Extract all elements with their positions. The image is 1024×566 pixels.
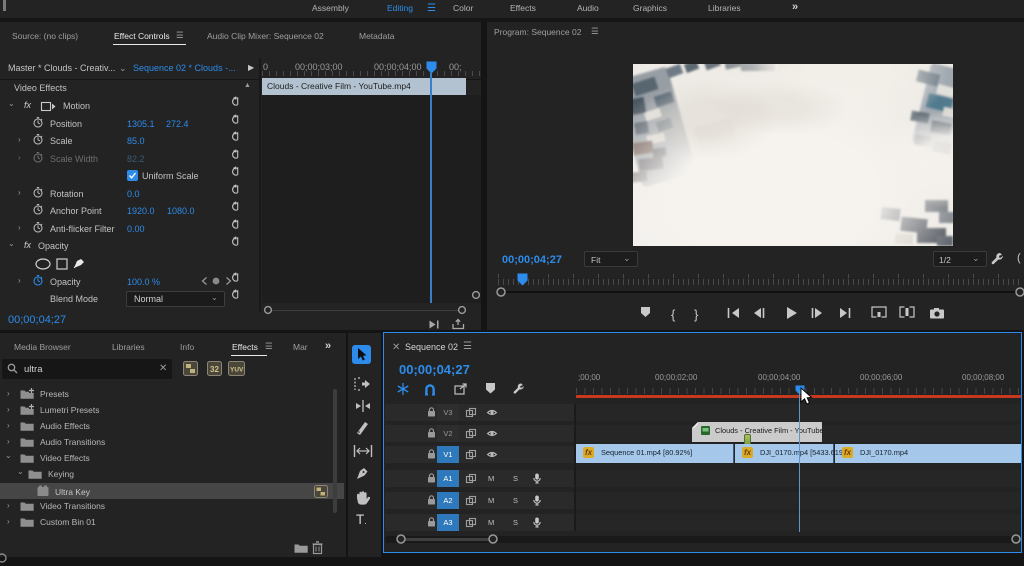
svg-text:}: }	[694, 307, 699, 322]
svg-text:YUV: YUV	[230, 367, 244, 374]
svg-text:{: {	[671, 307, 676, 322]
svg-text:32: 32	[210, 365, 219, 374]
